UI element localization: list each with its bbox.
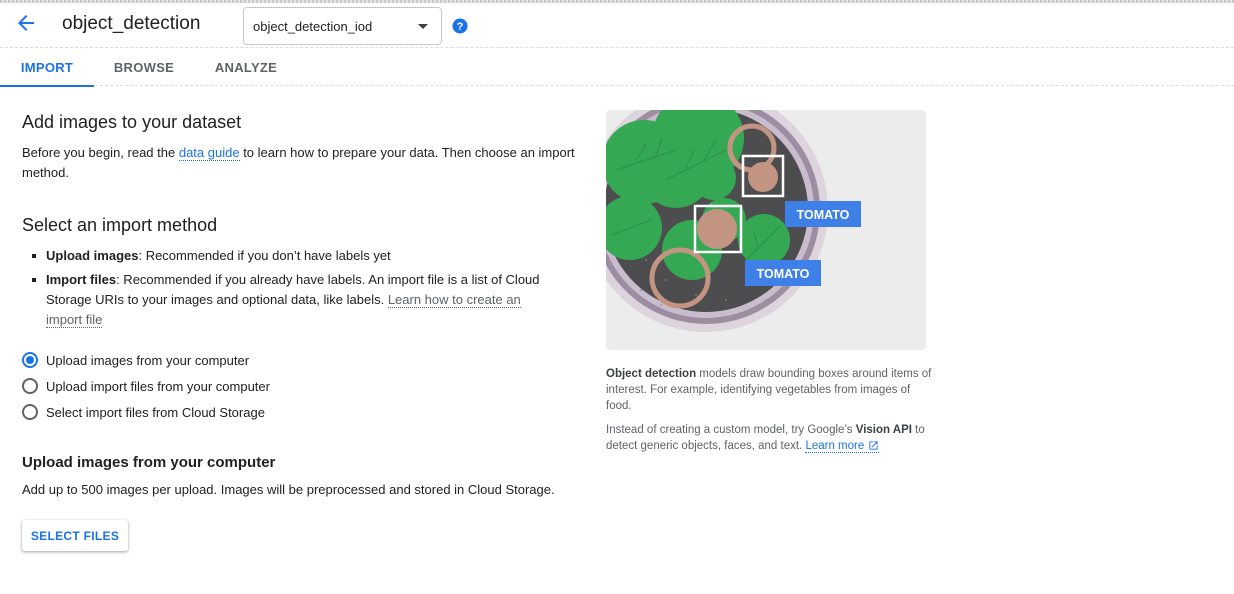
side-bold-term: Vision API — [855, 424, 912, 436]
tomato-label: TOMATO — [797, 208, 850, 222]
upload-description: Add up to 500 images per upload. Images … — [22, 482, 555, 497]
learn-more-link[interactable]: Learn more — [805, 440, 880, 453]
object-detection-description: Object detection models draw bounding bo… — [606, 366, 936, 414]
list-item: Upload images: Recommended if you don’t … — [22, 246, 552, 266]
learn-more-label: Learn more — [805, 440, 865, 452]
add-images-heading: Add images to your dataset — [22, 112, 242, 132]
page-header: object_detection object_detection_iod ? — [0, 3, 1234, 48]
radio-button[interactable] — [22, 404, 38, 420]
bullet-text: : Recommended if you don’t have labels y… — [138, 248, 391, 263]
page-title: object_detection — [62, 13, 201, 34]
tab-bar: IMPORT BROWSE ANALYZE — [0, 49, 1234, 87]
bullet-bold: Upload images — [46, 248, 139, 263]
bowl-illustration: TOMATO TOMATO — [606, 110, 861, 332]
svg-text:?: ? — [457, 21, 464, 33]
import-method-list: Upload images: Recommended if you don’t … — [22, 246, 552, 334]
intro-paragraph: Before you begin, read the data guide to… — [22, 143, 582, 183]
radio-upload-import-files[interactable]: Upload import files from your computer — [22, 373, 270, 399]
caret-down-icon — [418, 24, 428, 29]
radio-label: Upload import files from your computer — [46, 378, 270, 394]
select-files-button[interactable]: SELECT FILES — [22, 520, 128, 551]
tab-analyze[interactable]: ANALYZE — [194, 49, 298, 86]
back-arrow-icon[interactable] — [14, 11, 38, 35]
upload-heading: Upload images from your computer — [22, 454, 276, 471]
data-guide-link[interactable]: data guide — [178, 145, 240, 161]
radio-label: Select import files from Cloud Storage — [46, 404, 265, 420]
import-method-radio-group: Upload images from your computer Upload … — [22, 347, 270, 425]
intro-text-before: Before you begin, read the — [22, 145, 179, 160]
vision-api-description: Instead of creating a custom model, try … — [606, 422, 936, 454]
tab-import[interactable]: IMPORT — [0, 49, 94, 87]
radio-cloud-storage[interactable]: Select import files from Cloud Storage — [22, 399, 270, 425]
radio-label: Upload images from your computer — [46, 352, 250, 368]
list-item: Import files: Recommended if you already… — [22, 270, 552, 330]
side-bold-term: Object detection — [606, 368, 697, 380]
tab-browse[interactable]: BROWSE — [94, 49, 194, 86]
open-in-new-icon — [869, 441, 878, 450]
import-method-heading: Select an import method — [22, 215, 218, 235]
radio-upload-images[interactable]: Upload images from your computer — [22, 347, 270, 373]
side-text: Instead of creating a custom model, try … — [606, 424, 856, 436]
radio-button-checked[interactable] — [22, 352, 38, 368]
model-select-dropdown[interactable]: object_detection_iod — [243, 7, 442, 45]
help-circle-icon[interactable]: ? — [452, 18, 468, 34]
object-detection-illustration: TOMATO TOMATO — [606, 110, 926, 350]
model-select-value: object_detection_iod — [253, 19, 373, 34]
radio-button[interactable] — [22, 378, 38, 394]
tomato-label: TOMATO — [757, 267, 810, 281]
bullet-bold: Import files — [46, 272, 117, 287]
